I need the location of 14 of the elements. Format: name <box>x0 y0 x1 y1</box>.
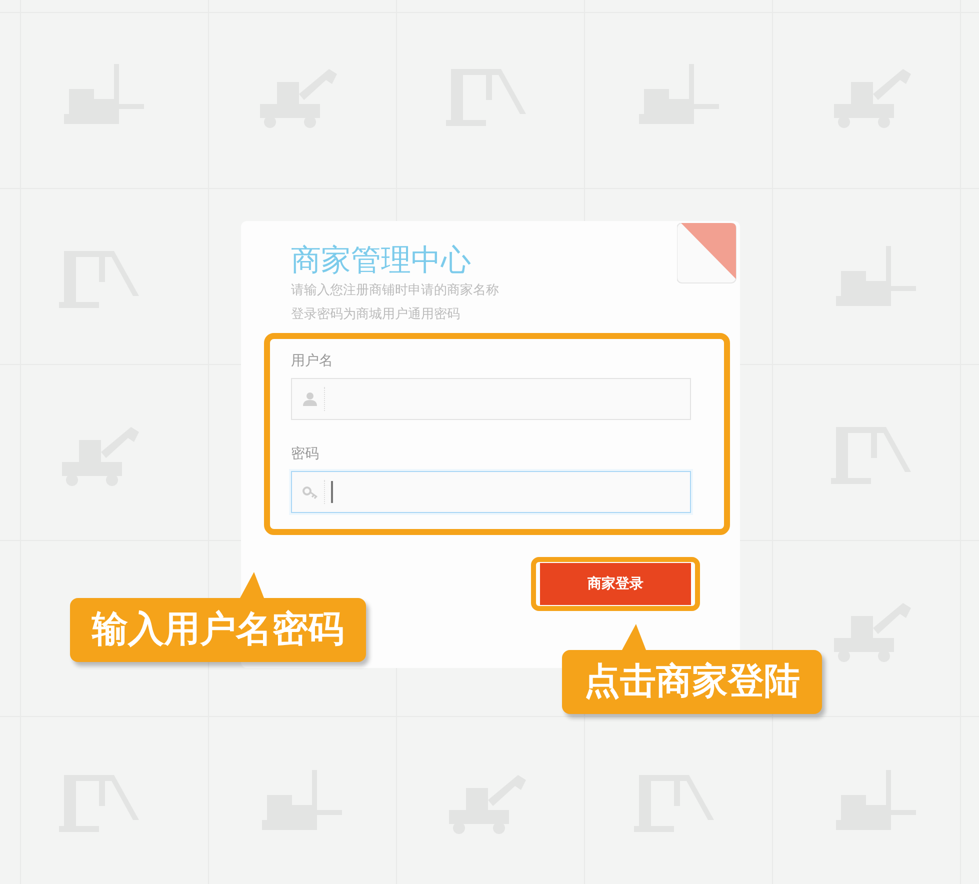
hint-text: 登录密码为商城用户通用密码 <box>291 306 461 324</box>
callout-pointer-icon <box>622 624 646 650</box>
user-icon <box>302 391 318 407</box>
page-title: 商家管理中心 <box>291 243 471 279</box>
login-button[interactable]: 商家登录 <box>540 563 691 605</box>
callout-text: 点击商家登陆 <box>562 650 822 714</box>
key-icon <box>302 484 318 500</box>
field-label: 密码 <box>291 445 320 464</box>
field-label: 用户名 <box>291 352 334 371</box>
hint-text: 请输入您注册商铺时申请的商家名称 <box>291 282 500 300</box>
callout-pointer-icon <box>240 572 264 598</box>
username-field[interactable] <box>291 378 691 420</box>
callout-text: 输入用户名密码 <box>70 598 366 662</box>
password-field[interactable] <box>291 471 691 513</box>
